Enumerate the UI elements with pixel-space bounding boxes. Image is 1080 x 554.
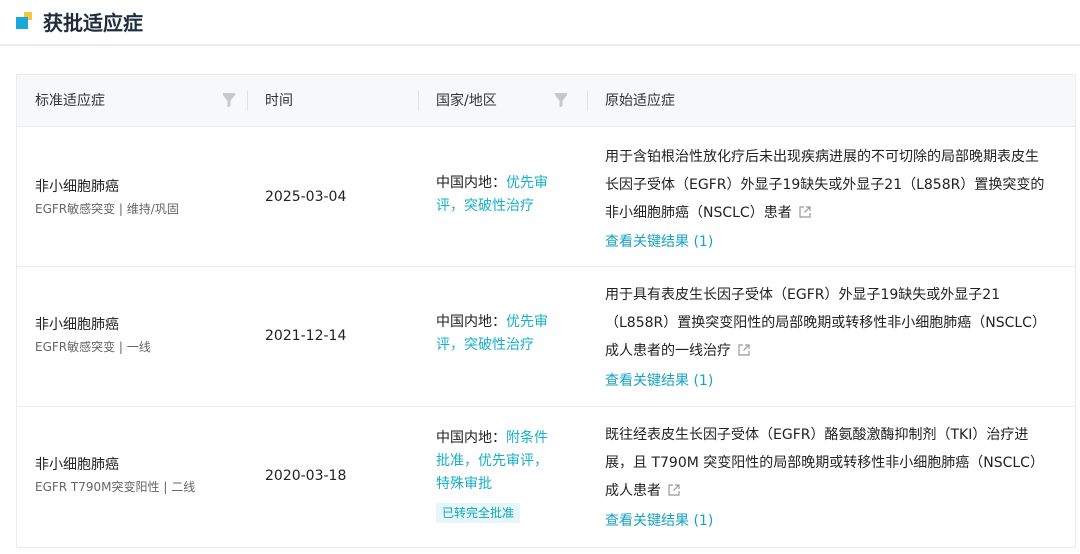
original-text-line: 非小细胞肺癌（NSCLC）患者 (605, 205, 792, 221)
original-indication: 用于具有表皮生长因子受体（EGFR）外显子19缺失或外显子21 （L858R）置… (605, 281, 1065, 365)
original-text-line: 用于含铂根治性放化疗后未出现疾病进展的不可切除的局部晚期表皮生 (605, 149, 1039, 165)
region-pathway: 优先审 (506, 314, 548, 330)
region-pathway: 优先审 (506, 175, 548, 191)
table-row: 非小细胞肺癌 EGFR敏感突变 | 维持/巩固 2025-03-04 中国内地：… (17, 127, 1075, 267)
original-indication: 既往经表皮生长因子受体（EGFR）酪氨酸激酶抑制剂（TKI）治疗进 展，且 T7… (605, 421, 1065, 505)
indication-name: 非小细胞肺癌 (35, 457, 119, 473)
filter-icon[interactable] (222, 93, 236, 109)
indication-subtype: EGFR T790M突变阳性 | 二线 (35, 480, 196, 494)
region-label: 中国内地： (436, 314, 506, 330)
external-link-icon[interactable] (798, 205, 812, 219)
header-separator (418, 91, 419, 111)
original-text-line: 展，且 T790M 突变阳性的局部晚期或转移性非小细胞肺癌（NSCLC） (605, 455, 1044, 471)
region-pathway: 评，突破性治疗 (436, 198, 534, 214)
external-link-icon[interactable] (667, 483, 681, 497)
region-pathway: 批准，优先审评， (436, 453, 548, 469)
key-results-link[interactable]: 查看关键结果 (1) (605, 371, 713, 391)
table-row: 非小细胞肺癌 EGFR T790M突变阳性 | 二线 2020-03-18 中国… (17, 407, 1075, 547)
indication-subtype: EGFR敏感突变 | 一线 (35, 340, 151, 354)
approval-date: 2020-03-18 (265, 468, 347, 484)
approval-date: 2021-12-14 (265, 328, 347, 344)
header-original: 原始适应症 (605, 93, 675, 109)
header-separator (587, 91, 588, 111)
indication-name: 非小细胞肺癌 (35, 317, 119, 333)
indication-name: 非小细胞肺癌 (35, 179, 119, 195)
region-pathway: 特殊审批 (436, 476, 492, 492)
header-separator (247, 91, 248, 111)
header-region: 国家/地区 (436, 93, 497, 109)
original-text-line: 既往经表皮生长因子受体（EGFR）酪氨酸激酶抑制剂（TKI）治疗进 (605, 427, 1029, 443)
region-label: 中国内地： (436, 175, 506, 191)
approval-region: 中国内地：附条件 批准，优先审评， 特殊审批 (436, 427, 566, 496)
key-results-link[interactable]: 查看关键结果 (1) (605, 232, 713, 252)
original-text-line: 长因子受体（EGFR）外显子19缺失或外显子21（L858R）置换突变的 (605, 177, 1045, 193)
external-link-icon[interactable] (737, 343, 751, 357)
status-badge: 已转完全批准 (436, 503, 521, 523)
original-text-line: 成人患者的一线治疗 (605, 343, 731, 359)
approval-region: 中国内地：优先审 评，突破性治疗 (436, 311, 566, 357)
original-indication: 用于含铂根治性放化疗后未出现疾病进展的不可切除的局部晚期表皮生 长因子受体（EG… (605, 143, 1065, 227)
indication-subtype: EGFR敏感突变 | 维持/巩固 (35, 202, 179, 216)
table-header: 标准适应症 时间 国家/地区 原始适应症 (17, 75, 1075, 127)
filter-icon[interactable] (554, 93, 568, 109)
approval-region: 中国内地：优先审 评，突破性治疗 (436, 172, 566, 218)
section-header: 获批适应症 (0, 0, 1080, 46)
region-pathway: 评，突破性治疗 (436, 337, 534, 353)
approved-indications-table: 标准适应症 时间 国家/地区 原始适应症 非小细胞肺癌 EGFR敏感突变 | 维… (16, 74, 1076, 548)
table-row: 非小细胞肺癌 EGFR敏感突变 | 一线 2021-12-14 中国内地：优先审… (17, 267, 1075, 407)
header-time: 时间 (265, 93, 293, 109)
approval-date: 2025-03-04 (265, 189, 347, 205)
original-text-line: 用于具有表皮生长因子受体（EGFR）外显子19缺失或外显子21 (605, 287, 1001, 303)
original-text-line: （L858R）置换突变阳性的局部晚期或转移性非小细胞肺癌（NSCLC） (605, 315, 1046, 331)
header-indication: 标准适应症 (35, 93, 105, 109)
region-pathway: 附条件 (506, 430, 548, 446)
section-title: 获批适应症 (43, 11, 143, 35)
region-label: 中国内地： (436, 430, 506, 446)
section-square-icon (16, 12, 34, 30)
key-results-link[interactable]: 查看关键结果 (1) (605, 511, 713, 531)
original-text-line: 成人患者 (605, 483, 661, 499)
